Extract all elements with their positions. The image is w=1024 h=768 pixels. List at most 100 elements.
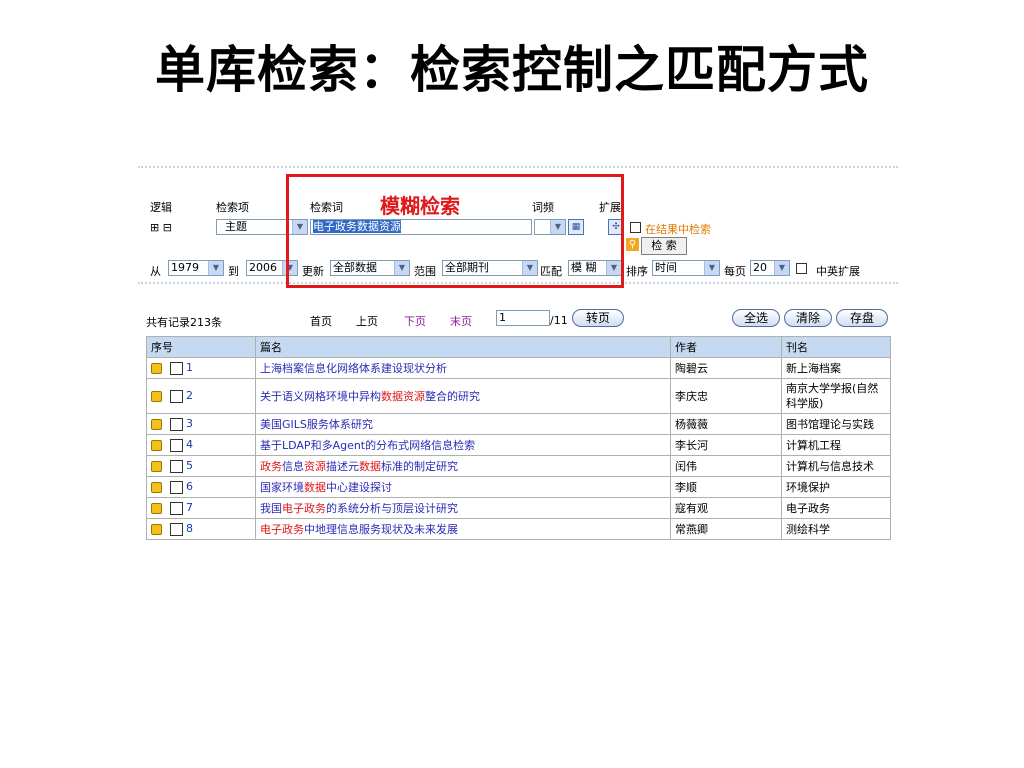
title-highlight-segment: 电子政务 — [260, 523, 304, 536]
table-row[interactable]: 3 美国GILS服务体系研究 杨薇薇 图书馆理论与实践 — [146, 413, 891, 435]
document-icon[interactable] — [151, 481, 162, 493]
slide-title: 单库检索：检索控制之匹配方式 — [155, 40, 869, 99]
row-index-cell: 6 — [146, 476, 256, 498]
in-results-checkbox[interactable] — [630, 222, 641, 233]
row-journal: 计算机工程 — [781, 434, 891, 456]
row-index-cell: 7 — [146, 497, 256, 519]
row-number: 3 — [186, 417, 193, 431]
row-checkbox[interactable] — [170, 417, 183, 431]
title-segment: 美国GILS服务体系研究 — [260, 418, 373, 431]
col-header-journal: 刊名 — [781, 336, 891, 358]
next-page-link[interactable]: 下页 — [404, 313, 426, 329]
row-index-cell: 8 — [146, 518, 256, 540]
row-checkbox[interactable] — [170, 522, 183, 536]
document-icon[interactable] — [151, 502, 162, 514]
row-author: 闰伟 — [670, 455, 782, 477]
table-row[interactable]: 1 上海档案信息化网络体系建设现状分析 陶碧云 新上海档案 — [146, 357, 891, 379]
document-icon[interactable] — [151, 362, 162, 374]
document-icon[interactable] — [151, 439, 162, 451]
table-header-row: 序号 篇名 作者 刊名 — [146, 336, 891, 358]
title-segment: 描述元 — [326, 460, 359, 473]
title-segment: 上海档案信息化网络体系建设现状分析 — [260, 362, 447, 375]
row-checkbox[interactable] — [170, 501, 183, 515]
table-row[interactable]: 4 基于LDAP和多Agent的分布式网络信息检索 李长河 计算机工程 — [146, 434, 891, 456]
document-icon[interactable] — [151, 418, 162, 430]
row-journal: 南京大学学报(自然科学版) — [781, 378, 891, 414]
sort-label: 排序 — [626, 265, 648, 278]
row-journal: 图书馆理论与实践 — [781, 413, 891, 435]
document-icon[interactable] — [151, 523, 162, 535]
row-title-link[interactable]: 我国电子政务的系统分析与顶层设计研究 — [255, 497, 671, 519]
title-segment: 中地理信息服务现状及未来发展 — [304, 523, 458, 536]
row-title-link[interactable]: 关于语义网格环境中异构数据资源整合的研究 — [255, 378, 671, 414]
per-page-label: 每页 — [724, 265, 746, 278]
first-page-link[interactable]: 首页 — [310, 313, 332, 329]
top-divider — [138, 166, 898, 168]
last-page-link[interactable]: 末页 — [450, 313, 472, 329]
search-button[interactable]: 检 索 — [641, 237, 687, 255]
row-number: 4 — [186, 438, 193, 452]
row-title-link[interactable]: 上海档案信息化网络体系建设现状分析 — [255, 357, 671, 379]
row-author: 杨薇薇 — [670, 413, 782, 435]
title-segment: 的系统分析与顶层设计研究 — [326, 502, 458, 515]
year-to-value: 2006 — [249, 261, 277, 274]
goto-page-button[interactable]: 转页 — [572, 309, 624, 327]
page-total: /11 — [550, 314, 568, 327]
field-header: 检索项 — [216, 201, 249, 214]
logic-toggle-icons[interactable]: ⊞ ⊟ — [150, 221, 172, 234]
search-icon: ⚲ — [626, 238, 639, 251]
in-results-label: 在结果中检索 — [645, 223, 711, 236]
bilingual-checkbox[interactable] — [796, 263, 807, 274]
table-row[interactable]: 5 政务信息资源描述元数据标准的制定研究 闰伟 计算机与信息技术 — [146, 455, 891, 477]
col-header-title: 篇名 — [255, 336, 671, 358]
year-from-select[interactable]: 1979 ▼ — [168, 260, 224, 276]
row-journal: 测绘科学 — [781, 518, 891, 540]
row-journal: 新上海档案 — [781, 357, 891, 379]
per-page-select[interactable]: 20 ▼ — [750, 260, 790, 276]
row-checkbox[interactable] — [170, 389, 183, 403]
row-checkbox[interactable] — [170, 459, 183, 473]
row-title-link[interactable]: 国家环境数据中心建设探讨 — [255, 476, 671, 498]
row-number: 8 — [186, 522, 193, 536]
row-title-link[interactable]: 电子政务中地理信息服务现状及未来发展 — [255, 518, 671, 540]
row-journal: 电子政务 — [781, 497, 891, 519]
logic-header: 逻辑 — [150, 201, 172, 214]
table-row[interactable]: 6 国家环境数据中心建设探讨 李顺 环境保护 — [146, 476, 891, 498]
select-all-button[interactable]: 全选 — [732, 309, 780, 327]
table-row[interactable]: 7 我国电子政务的系统分析与顶层设计研究 寇有观 电子政务 — [146, 497, 891, 519]
row-checkbox[interactable] — [170, 438, 183, 452]
table-row[interactable]: 8 电子政务中地理信息服务现状及未来发展 常燕卿 测绘科学 — [146, 518, 891, 540]
document-icon[interactable] — [151, 460, 162, 472]
clear-button[interactable]: 清除 — [784, 309, 832, 327]
row-number: 6 — [186, 480, 193, 494]
title-segment: 整合的研究 — [425, 390, 480, 403]
row-index-cell: 5 — [146, 455, 256, 477]
title-highlight-segment: 资源 — [304, 460, 326, 473]
row-title-link[interactable]: 美国GILS服务体系研究 — [255, 413, 671, 435]
save-button[interactable]: 存盘 — [836, 309, 888, 327]
search-panel: 逻辑 检索项 检索词 词频 扩展 ⊞ ⊟ 主题 ▼ 电子政务数据资源 ▼ ▦ ✣… — [138, 166, 898, 606]
field-select-value: 主题 — [225, 220, 247, 233]
record-count: 共有记录213条 — [146, 316, 222, 329]
row-title-link[interactable]: 基于LDAP和多Agent的分布式网络信息检索 — [255, 434, 671, 456]
table-row[interactable]: 2 关于语义网格环境中异构数据资源整合的研究 李庆忠 南京大学学报(自然科学版) — [146, 378, 891, 414]
sort-select[interactable]: 时间 ▼ — [652, 260, 720, 276]
row-title-link[interactable]: 政务信息资源描述元数据标准的制定研究 — [255, 455, 671, 477]
row-checkbox[interactable] — [170, 480, 183, 494]
col-header-index: 序号 — [146, 336, 256, 358]
title-segment: 国家环境 — [260, 481, 304, 494]
title-highlight-segment: 数据 — [359, 460, 381, 473]
title-segment: 关于语义网格环境中异构 — [260, 390, 381, 403]
chevron-down-icon: ▼ — [208, 261, 223, 275]
prev-page-link[interactable]: 上页 — [356, 313, 378, 329]
per-page-value: 20 — [753, 261, 767, 274]
document-icon[interactable] — [151, 390, 162, 402]
row-author: 陶碧云 — [670, 357, 782, 379]
page-number-input[interactable]: 1 — [496, 310, 550, 326]
title-segment: 标准的制定研究 — [381, 460, 458, 473]
row-author: 寇有观 — [670, 497, 782, 519]
title-highlight-segment: 数据资源 — [381, 390, 425, 403]
row-number: 5 — [186, 459, 193, 473]
row-journal: 环境保护 — [781, 476, 891, 498]
row-checkbox[interactable] — [170, 361, 183, 375]
